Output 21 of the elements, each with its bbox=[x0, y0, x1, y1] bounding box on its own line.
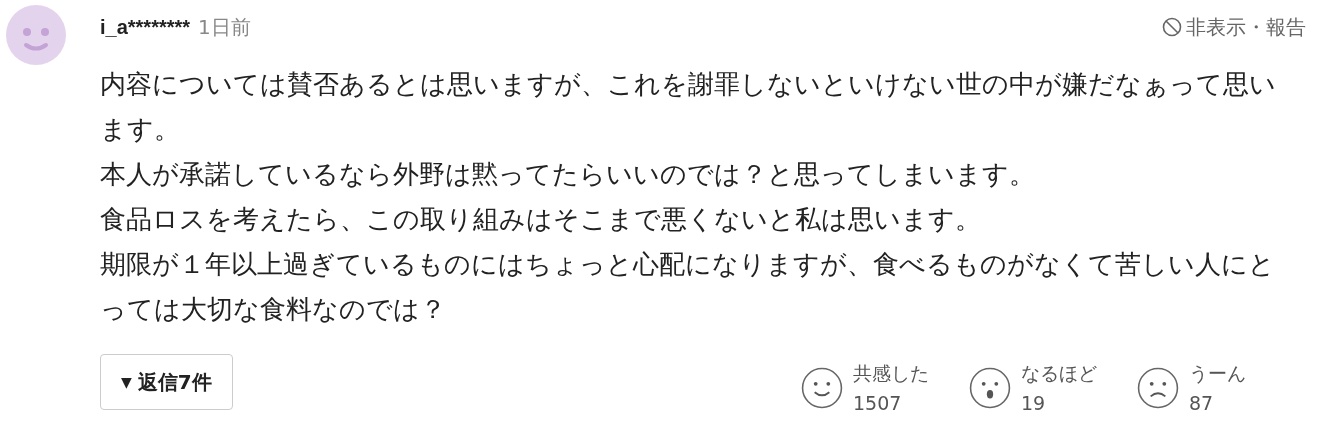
avatar-icon bbox=[6, 5, 66, 65]
comment-paragraph: 内容については賛否あるとは思いますが、これを謝罪しないといけない世の中が嫌だなぁって思います。 bbox=[100, 68, 1277, 146]
hide-report-link[interactable]: 非表示・報告 bbox=[1162, 12, 1306, 42]
reaction-label: なるほど bbox=[1021, 361, 1097, 386]
replies-button[interactable]: ▼ 返信7件 bbox=[100, 354, 233, 410]
smile-face-icon[interactable] bbox=[801, 367, 843, 409]
caret-icon: ▼ bbox=[121, 371, 132, 393]
reaction-count: 19 bbox=[1021, 391, 1047, 416]
comment-paragraph: 本人が承諾しているなら外野は黙ってたらいいのでは？と思ってしまいます。 bbox=[100, 158, 1036, 191]
reaction-label: 共感した bbox=[853, 361, 929, 386]
reaction-count: 87 bbox=[1189, 391, 1215, 416]
surprise-face-icon[interactable] bbox=[969, 367, 1011, 409]
reaction-count: 1507 bbox=[853, 391, 903, 416]
reaction-label: うーん bbox=[1189, 361, 1246, 386]
post-time: 1日前 bbox=[198, 14, 251, 41]
frown-face-icon[interactable] bbox=[1137, 367, 1179, 409]
comment-paragraph: 食品ロスを考えたら、この取り組みはそこまで悪くないと私は思います。 bbox=[100, 203, 982, 236]
block-icon bbox=[1162, 17, 1182, 37]
replies-label: 返信7件 bbox=[137, 369, 212, 396]
comment-paragraph: 期限が１年以上過ぎているものにはちょっと心配になりますが、食べるものがなくて苦しい人にとっては大切な食料なのでは？ bbox=[100, 248, 1276, 326]
user-name[interactable]: i_a******** bbox=[100, 12, 191, 42]
